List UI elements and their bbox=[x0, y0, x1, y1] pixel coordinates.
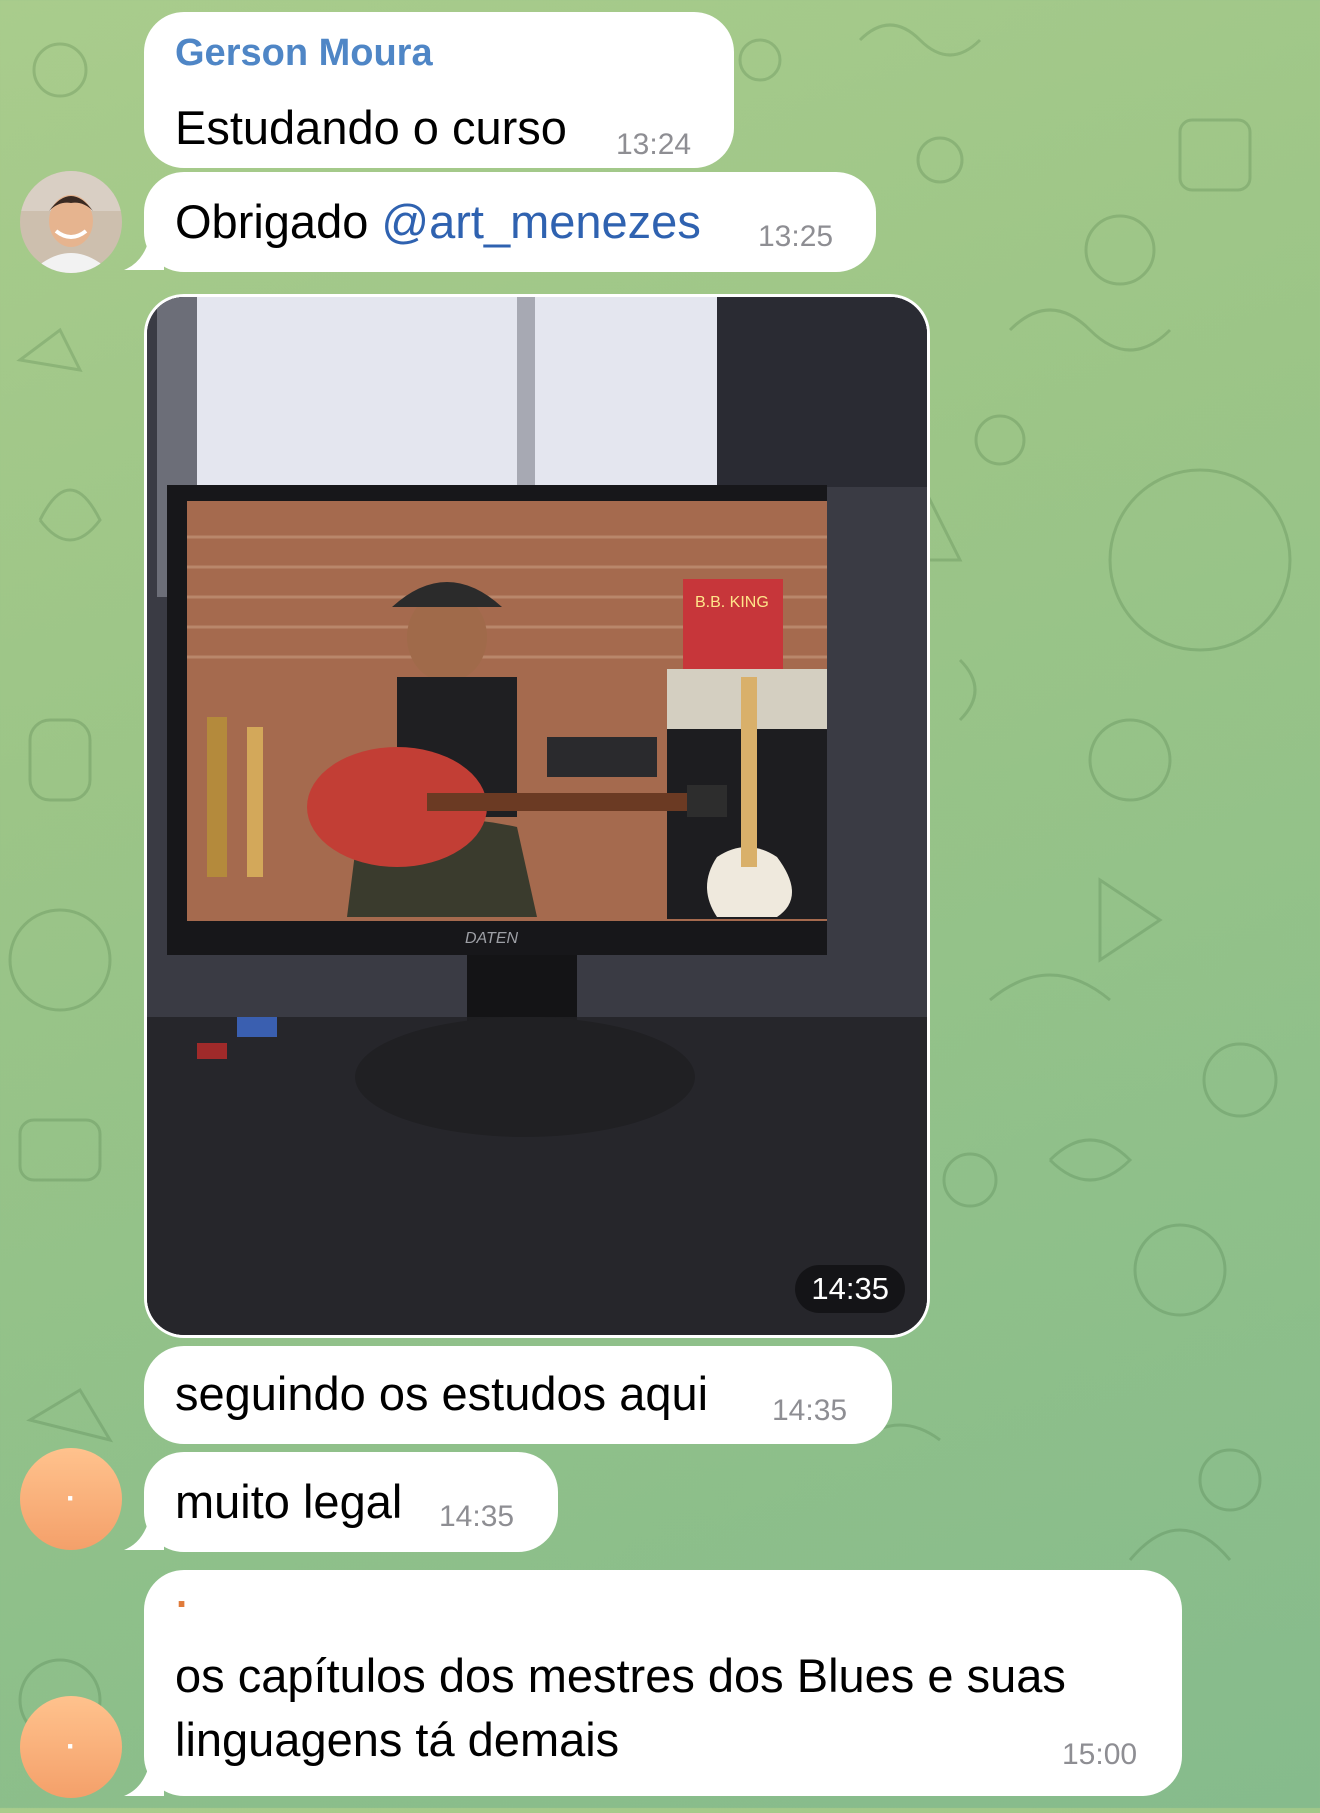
user-mention-link[interactable]: @art_menezes bbox=[381, 195, 700, 248]
message-time: 15:00 bbox=[1062, 1738, 1138, 1771]
message-bubble[interactable]: . os capítulos dos mestres dos Blues e s… bbox=[144, 1570, 1182, 1796]
poster-text: B.B. KING bbox=[695, 594, 769, 611]
photo-time: 14:35 bbox=[795, 1265, 905, 1313]
avatar-initial: · bbox=[66, 1730, 76, 1763]
sender-avatar[interactable]: · bbox=[20, 1448, 122, 1550]
message-text: Obrigado @art_menezes bbox=[175, 194, 701, 250]
message-time: 14:35 bbox=[772, 1394, 848, 1427]
message-time: 13:25 bbox=[758, 220, 834, 253]
photo-image[interactable]: B.B. KING DATEN 14:35 bbox=[147, 297, 927, 1335]
message-text: seguindo os estudos aqui bbox=[175, 1367, 709, 1420]
message-text: muito legal bbox=[175, 1475, 403, 1528]
photo-message[interactable]: B.B. KING DATEN 14:35 bbox=[144, 294, 930, 1338]
message-text: Estudando o curso bbox=[175, 101, 567, 154]
message-text-line-1: os capítulos dos mestres dos Blues e sua… bbox=[175, 1649, 1066, 1702]
avatar-initial: · bbox=[66, 1482, 76, 1515]
sender-avatar[interactable] bbox=[20, 171, 122, 273]
reply-marker: . bbox=[176, 1572, 188, 1616]
message-bubble[interactable]: seguindo os estudos aqui 14:35 bbox=[144, 1346, 892, 1444]
sender-name[interactable]: Gerson Moura bbox=[175, 32, 433, 75]
sender-avatar[interactable]: · bbox=[20, 1696, 122, 1798]
message-bubble[interactable]: Gerson Moura Estudando o curso 13:24 bbox=[144, 12, 734, 168]
message-text-line-2: linguagens tá demais bbox=[175, 1713, 620, 1766]
monitor-brand-text: DATEN bbox=[465, 930, 518, 947]
message-text-plain: Obrigado bbox=[175, 195, 382, 248]
message-bubble[interactable]: muito legal 14:35 bbox=[144, 1452, 558, 1552]
message-time: 13:24 bbox=[616, 128, 692, 161]
avatar-photo bbox=[20, 171, 122, 273]
message-time: 14:35 bbox=[439, 1500, 515, 1533]
message-bubble[interactable]: Obrigado @art_menezes 13:25 bbox=[144, 172, 876, 272]
